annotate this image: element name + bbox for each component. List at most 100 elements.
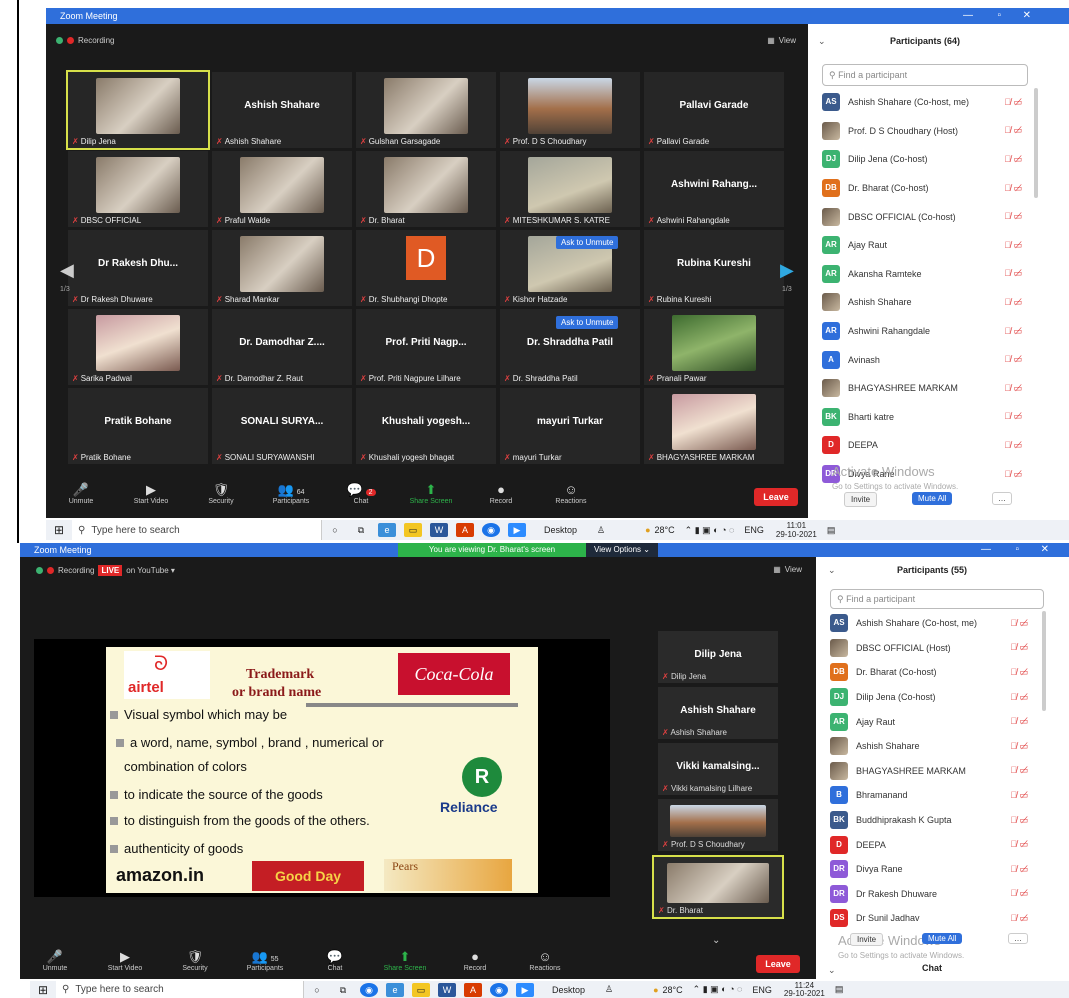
youtube-dropdown[interactable]: on YouTube ▾ [126,566,175,575]
participant-row[interactable]: AS Ashish Shahare (Co-host, me) 🎙̸ ▭̸ [816,611,1048,636]
file-explorer-icon[interactable]: ▭ [412,982,430,997]
view-button[interactable]: ▦ View [767,36,796,45]
minimize-icon[interactable]: — [981,543,991,557]
participant-row[interactable]: BK Buddhiprakash K Gupta 🎙̸ ▭̸ [816,808,1048,833]
notification-icon[interactable]: ▤ [827,525,836,536]
video-tile[interactable]: ✗ Dr. Bharat [356,151,496,227]
toolbar-button[interactable]: 💬 Chat [300,949,370,972]
participant-row[interactable]: DJ Dilip Jena (Co-host) 🎙̸ ▭̸ [808,145,1042,174]
participant-search-input[interactable]: ⚲ Find a participant [822,64,1028,86]
more-options-button[interactable]: … [992,492,1012,505]
participant-search-input[interactable]: ⚲ Find a participant [830,589,1044,609]
video-tile[interactable]: Ashwini Rahang... ✗ Ashwini Rahangdale [644,151,784,227]
video-tile[interactable]: ✗ Dr. Bharat [652,855,784,919]
video-tile[interactable]: Dilip Jena ✗ Dilip Jena [658,631,778,683]
video-tile[interactable]: ✗ MITESHKUMAR S. KATRE [500,151,640,227]
participant-row[interactable]: AR Ajay Raut 🎙̸ ▭̸ [808,231,1042,260]
scroll-down-icon[interactable]: ⌄ [712,935,720,946]
video-tile[interactable]: ✗ Pranali Pawar [644,309,784,385]
taskbar-search[interactable]: ⚲ Type here to search [72,520,322,540]
participant-row[interactable]: A Avinash 🎙̸ ▭̸ [808,345,1042,374]
pdf-icon[interactable]: A [456,523,474,537]
next-page-icon[interactable]: ▶ [780,260,794,281]
desktop-toolbar-label[interactable]: Desktop [544,525,577,535]
view-button[interactable]: ▦ View [773,565,802,574]
video-tile[interactable]: Rubina Kureshi ✗ Rubina Kureshi [644,230,784,306]
video-tile[interactable]: Dr. Damodhar Z.... ✗ Dr. Damodhar Z. Raut [212,309,352,385]
file-explorer-icon[interactable]: ▭ [404,523,422,537]
mute-all-button[interactable]: Mute All [922,933,963,944]
toolbar-button[interactable]: 💬 2 Chat [326,482,396,505]
participant-row[interactable]: DR Divya Rane 🎙̸ ▭̸ [816,857,1048,882]
toolbar-button[interactable]: ☺ Reactions [536,482,606,505]
clock[interactable]: 11:24 29-10-2021 [784,981,825,998]
video-tile[interactable]: ✗ Prof. D S Choudhary [500,72,640,148]
video-tile[interactable]: Vikki kamalsing... ✗ Vikki kamalsing Lilh… [658,743,778,795]
video-tile[interactable]: Khushali yogesh... ✗ Khushali yogesh bhaga… [356,388,496,464]
clock[interactable]: 11:01 29-10-2021 [776,521,817,539]
pdf-icon[interactable]: A [464,982,482,997]
toolbar-button[interactable]: ▶ Start Video [90,949,160,972]
participant-row[interactable]: DBSC OFFICIAL (Co-host) 🎙̸ ▭̸ [808,202,1042,231]
participant-row[interactable]: DR Dr Rakesh Dhuware 🎙̸ ▭̸ [816,882,1048,907]
video-tile[interactable]: ✗ Prof. D S Choudhary [658,799,778,851]
invite-button[interactable]: Invite [850,933,884,946]
participant-row[interactable]: BHAGYASHREE MARKAM 🎙̸ ▭̸ [808,374,1042,403]
toolbar-button[interactable]: ▶ Start Video [116,482,186,505]
zoom-icon[interactable]: ▶ [508,523,526,537]
zoom-icon[interactable]: ▶ [516,982,534,997]
close-icon[interactable]: ✕ [1041,543,1049,557]
video-tile[interactable]: Pallavi Garade ✗ Pallavi Garade [644,72,784,148]
language-indicator[interactable]: ENG [752,985,772,995]
video-tile[interactable]: Pratik Bohane ✗ Pratik Bohane [68,388,208,464]
app-icon[interactable]: e [386,982,404,997]
participant-row[interactable]: B Bhramanand 🎙̸ ▭̸ [816,783,1048,808]
scrollbar[interactable] [1034,88,1038,198]
participant-row[interactable]: Prof. D S Choudhary (Host) 🎙̸ ▭̸ [808,117,1042,146]
participant-row[interactable]: DJ Dilip Jena (Co-host) 🎙̸ ▭̸ [816,685,1048,710]
participant-row[interactable]: AR Ajay Raut 🎙̸ ▭̸ [816,709,1048,734]
cortana-icon[interactable]: ○ [326,523,344,537]
video-tile[interactable]: ✗ Sarika Padwal [68,309,208,385]
video-tile[interactable]: mayuri Turkar ✗ mayuri Turkar [500,388,640,464]
tray-icons[interactable]: ⌃ ▮ ▣ ◐ ◔ ◌ [693,984,743,995]
windows-start-icon[interactable]: ⊞ [50,523,68,537]
video-tile[interactable]: Ashish Shahare ✗ Ashish Shahare [212,72,352,148]
desktop-toolbar-label[interactable]: Desktop [552,985,585,995]
toolbar-button[interactable]: ⬆ Share Screen [370,949,440,972]
more-options-button[interactable]: … [1008,933,1028,944]
video-tile[interactable]: ✗ Praful Walde [212,151,352,227]
video-tile[interactable]: ✗ Sharad Mankar [212,230,352,306]
video-tile[interactable]: ✗ Gulshan Garsagade [356,72,496,148]
video-tile[interactable]: SONALI SURYA... ✗ SONALI SURYAWANSHI [212,388,352,464]
cortana-icon[interactable]: ○ [308,983,326,997]
view-options-button[interactable]: View Options ⌄ [586,543,658,557]
toolbar-button[interactable]: 👥 55 Participants [230,949,300,972]
toolbar-button[interactable]: ● Record [466,482,536,505]
toolbar-button[interactable]: 👥 64 Participants [256,482,326,505]
toolbar-button[interactable]: 🛡 Security [186,482,256,505]
task-view-icon[interactable]: ⧉ [334,983,352,997]
participant-row[interactable]: AS Ashish Shahare (Co-host, me) 🎙̸ ▭̸ [808,88,1042,117]
windows-start-icon[interactable]: ⊞ [34,983,52,997]
video-tile[interactable]: ✗ BHAGYASHREE MARKAM [644,388,784,464]
video-tile[interactable]: Dr Rakesh Dhu... ✗ Dr Rakesh Dhuware [68,230,208,306]
participant-row[interactable]: DBSC OFFICIAL (Host) 🎙̸ ▭̸ [816,636,1048,661]
participant-row[interactable]: AR Ashwini Rahangdale 🎙̸ ▭̸ [808,317,1042,346]
ask-to-unmute-button[interactable]: Ask to Unmute [556,316,619,329]
person-icon[interactable]: ♙ [597,525,605,536]
toolbar-button[interactable]: 🛡 Security [160,949,230,972]
chrome-icon[interactable]: ◉ [482,523,500,537]
language-indicator[interactable]: ENG [744,525,764,535]
notification-icon[interactable]: ▤ [835,984,844,995]
video-tile[interactable]: D ✗ Dr. Shubhangi Dhopte [356,230,496,306]
participant-row[interactable]: Ashish Shahare 🎙̸ ▭̸ [808,288,1042,317]
word-icon[interactable]: W [438,982,456,997]
toolbar-button[interactable]: ☺ Reactions [510,949,580,972]
chrome-icon[interactable]: ◉ [490,982,508,997]
toolbar-button[interactable]: 🎤 Unmute [20,949,90,972]
participant-row[interactable]: D DEEPA 🎙̸ ▭̸ [808,431,1042,460]
participant-row[interactable]: DB Dr. Bharat (Co-host) 🎙̸ ▭̸ [816,660,1048,685]
participant-row[interactable]: D DEEPA 🎙̸ ▭̸ [816,832,1048,857]
participant-row[interactable]: BHAGYASHREE MARKAM 🎙̸ ▭̸ [816,759,1048,784]
